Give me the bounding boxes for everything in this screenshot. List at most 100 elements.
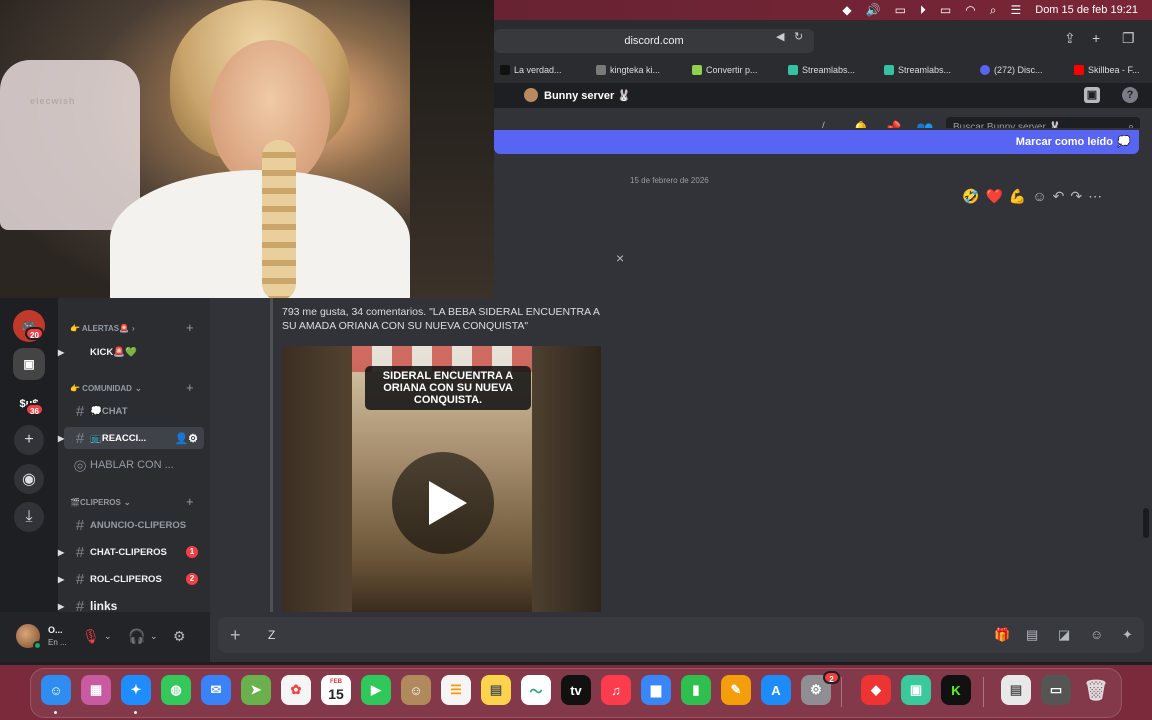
launchpad-icon[interactable]: ▦ xyxy=(81,675,111,705)
close-icon[interactable]: × xyxy=(616,250,624,266)
hash-icon: # xyxy=(75,429,85,447)
username[interactable]: O... xyxy=(48,625,63,635)
mail-icon[interactable]: ✉ xyxy=(201,675,231,705)
server-title[interactable]: Bunny server 🐰 xyxy=(524,88,631,102)
channel-anuncio-cliperos[interactable]: # ANUNCIO-CLIPEROS xyxy=(64,514,204,536)
category-comunidad[interactable]: 👉 COMUNIDAD ⌄ xyxy=(70,384,142,393)
facetime-icon[interactable]: ▶ xyxy=(361,675,391,705)
reaction-laugh[interactable]: 🤣 xyxy=(962,188,979,205)
keynote-icon[interactable]: ▆ xyxy=(641,675,671,705)
category-cliperos[interactable]: 🎬CLIPEROS ⌄ xyxy=(70,498,131,507)
apps-icon[interactable]: ✦ xyxy=(1122,627,1133,643)
battery-icon[interactable]: ▭ xyxy=(940,3,951,17)
music-icon[interactable]: ♫ xyxy=(601,675,631,705)
numbers-icon[interactable]: ▮ xyxy=(681,675,711,705)
help-icon[interactable]: ? xyxy=(1122,87,1138,103)
chevron-down-icon[interactable]: ⌄ xyxy=(150,631,158,642)
pages-icon[interactable]: ✎ xyxy=(721,675,751,705)
document-icon[interactable]: ▤ xyxy=(1001,675,1031,705)
video-embed[interactable]: SIDERAL ENCUENTRA A ORIANA CON SU NUEVA … xyxy=(282,346,601,612)
streamlabs-icon[interactable]: ▣ xyxy=(901,675,931,705)
embed-description: 793 me gusta, 34 comentarios. "LA BEBA S… xyxy=(282,306,600,332)
bookmark-4[interactable]: Streamlabs... xyxy=(788,65,855,75)
bookmark-1[interactable]: La verdad... xyxy=(500,65,562,75)
bookmark-favicon xyxy=(692,65,702,75)
new-tab-icon[interactable]: + xyxy=(1092,30,1100,46)
mute-tab-icon[interactable]: ◀ xyxy=(776,30,784,43)
share-icon[interactable]: ⇪ xyxy=(1064,30,1076,47)
play-button[interactable] xyxy=(392,452,494,554)
channel-reacciones[interactable]: ▶ # 📺REACCI... 👤⚙ xyxy=(58,427,204,449)
reaction-muscle[interactable]: 💪 xyxy=(1009,188,1026,205)
trash-icon[interactable]: 🗑 xyxy=(1081,675,1111,705)
discord-icon xyxy=(980,65,990,75)
bookmark-3[interactable]: Convertir p... xyxy=(692,65,758,75)
invite-settings-icon[interactable]: 👤⚙ xyxy=(174,432,198,445)
kick-icon[interactable]: K xyxy=(941,675,971,705)
gear-icon[interactable]: ⚙ xyxy=(173,628,186,645)
dock: ☺ ▦ ✦ ◍ ✉ ➤ ✿ FEB 15 ▶ ☺ ☰ ▤ 〜 tv ♫ ▆ ▮ … xyxy=(30,668,1122,718)
bookmark-7[interactable]: Skillbea - F... xyxy=(1074,65,1140,75)
calendar-icon[interactable]: FEB 15 xyxy=(321,675,351,705)
discover-icon[interactable]: ◉ xyxy=(14,464,44,494)
more-icon[interactable]: ⋯ xyxy=(1088,188,1102,205)
reminders-icon[interactable]: ☰ xyxy=(441,675,471,705)
volume-icon[interactable]: 🔊 xyxy=(866,3,881,17)
sticker-icon[interactable]: ◪ xyxy=(1058,627,1070,643)
reload-icon[interactable]: ↻ xyxy=(794,30,803,43)
reply-icon[interactable]: ↶ xyxy=(1053,188,1065,205)
menubar-datetime[interactable]: Dom 15 de feb 19:21 xyxy=(1035,4,1138,16)
emoji-icon[interactable]: ☺ xyxy=(1090,627,1103,642)
streamlabs-icon xyxy=(788,65,798,75)
mark-read-bar[interactable]: Marcar como leído 💭 xyxy=(494,130,1139,154)
photos-icon[interactable]: ✿ xyxy=(281,675,311,705)
category-alertas[interactable]: 👉 ALERTAS🚨 › xyxy=(70,324,135,333)
server-icon-2[interactable]: ▣ xyxy=(13,348,45,380)
add-reaction-icon[interactable]: ☺ xyxy=(1032,188,1046,205)
headphones-icon[interactable]: 🎧 xyxy=(128,628,145,645)
download-icon[interactable]: ⤓ xyxy=(14,502,44,532)
attach-icon[interactable]: + xyxy=(230,625,241,646)
tab-overview-icon[interactable]: ❐ xyxy=(1122,30,1135,47)
chevron-down-icon[interactable]: ⌄ xyxy=(104,631,112,642)
anydesk-icon[interactable]: ◆ xyxy=(861,675,891,705)
wifi-icon[interactable]: ◠ xyxy=(965,3,975,17)
mic-muted-icon[interactable]: 🎙 xyxy=(82,628,100,645)
bookmark-6[interactable]: (272) Disc... xyxy=(980,65,1043,75)
freeform-icon[interactable]: 〜 xyxy=(521,675,551,705)
gift-icon[interactable]: 🎁 xyxy=(994,627,1010,643)
scrollbar[interactable] xyxy=(1143,508,1149,538)
bookmark-5[interactable]: Streamlabs... xyxy=(884,65,951,75)
channel-rol-cliperos[interactable]: ▶ # ROL-CLIPEROS 2 xyxy=(58,568,204,590)
play-icon[interactable]: ⏵ xyxy=(920,3,926,18)
add-channel-icon[interactable]: + xyxy=(186,320,194,335)
forward-icon[interactable]: ↷ xyxy=(1070,188,1082,205)
notes-icon[interactable]: ▤ xyxy=(481,675,511,705)
app-store-icon[interactable]: A xyxy=(761,675,791,705)
screen-mirror-icon[interactable]: ▭ xyxy=(895,3,906,17)
add-channel-icon[interactable]: + xyxy=(186,380,194,395)
maps-icon[interactable]: ➤ xyxy=(241,675,271,705)
inbox-icon[interactable]: ▣ xyxy=(1084,87,1100,103)
messages-icon[interactable]: ◍ xyxy=(161,675,191,705)
channel-chat-cliperos[interactable]: ▶ # CHAT-CLIPEROS 1 xyxy=(58,541,204,563)
dropbox-icon[interactable]: ◆ xyxy=(842,3,851,17)
search-icon[interactable]: ⌕ xyxy=(990,3,997,18)
window-thumbnail-icon[interactable]: ▭ xyxy=(1041,675,1071,705)
address-bar[interactable]: discord.com xyxy=(494,29,814,53)
reaction-heart[interactable]: ❤️ xyxy=(985,188,1002,205)
add-channel-icon[interactable]: + xyxy=(186,494,194,509)
channel-kick[interactable]: ▶ KICK🚨💚 xyxy=(58,341,204,363)
channel-voice[interactable]: ◎ HABLAR CON ... xyxy=(64,454,204,476)
webcam-overlay: elecwish xyxy=(0,0,494,298)
message-input[interactable]: + Z 🎁 ▤ ◪ ☺ ✦ xyxy=(218,617,1144,653)
finder-icon[interactable]: ☺ xyxy=(41,675,71,705)
channel-chat[interactable]: # 💭CHAT xyxy=(64,400,204,422)
gif-icon[interactable]: ▤ xyxy=(1026,627,1038,643)
contacts-icon[interactable]: ☺ xyxy=(401,675,431,705)
safari-icon[interactable]: ✦ xyxy=(121,675,151,705)
tv-icon[interactable]: tv xyxy=(561,675,591,705)
bookmark-2[interactable]: kingteka ki... xyxy=(596,65,660,75)
control-center-icon[interactable]: ☰ xyxy=(1010,3,1021,17)
add-server-icon[interactable]: + xyxy=(14,425,44,455)
